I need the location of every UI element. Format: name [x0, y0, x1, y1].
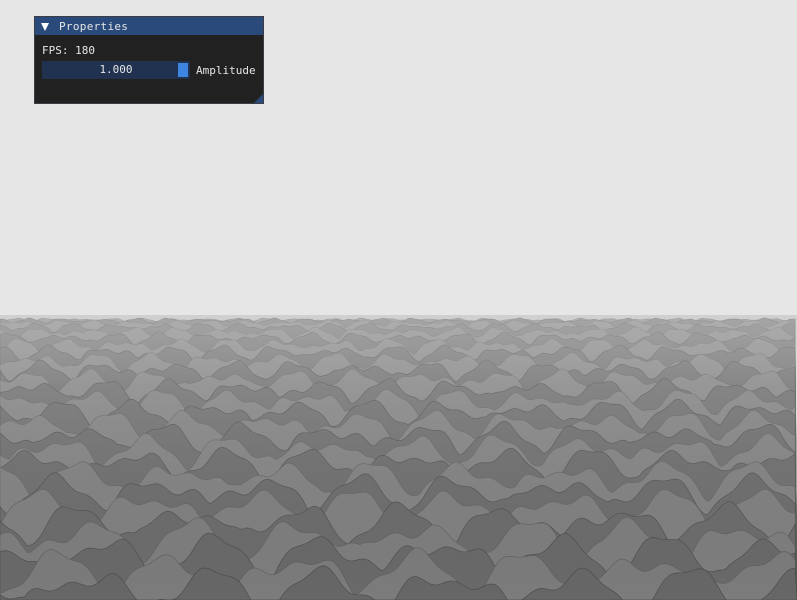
- window-title: Properties: [59, 19, 129, 33]
- properties-window[interactable]: Properties FPS: 180 1.000 Amplitude: [34, 16, 264, 104]
- amplitude-slider[interactable]: 1.000: [42, 61, 190, 79]
- window-titlebar[interactable]: Properties: [35, 17, 263, 35]
- amplitude-slider-row: 1.000 Amplitude: [42, 61, 256, 79]
- fps-readout: FPS: 180: [42, 44, 95, 57]
- amplitude-value: 1.000: [99, 63, 133, 76]
- resize-grip[interactable]: [254, 94, 263, 103]
- triangle-down-icon[interactable]: [41, 22, 49, 31]
- amplitude-label: Amplitude: [196, 63, 256, 77]
